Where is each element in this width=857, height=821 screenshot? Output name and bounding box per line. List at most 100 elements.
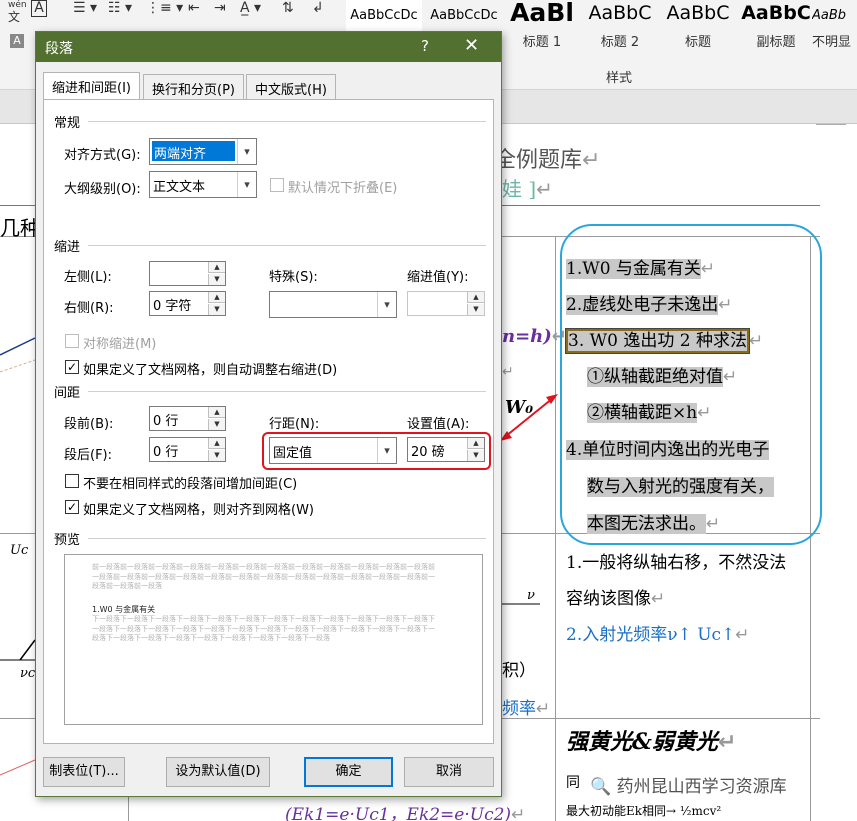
alignment-select[interactable]: 两端对齐 ▾	[149, 138, 257, 165]
style-name: 标题 1	[522, 35, 562, 50]
indent-left-label: 左侧(L):	[64, 270, 112, 285]
formula-bottom-text: (Ek1=e·Uc1，Ek2=e·Uc2)	[285, 805, 512, 821]
preview-next-paragraph: 下一段落下一段落下一段落下一段落下一段落下一段落下一段落下一段落下一段落下一段落…	[92, 615, 435, 642]
increase-indent-icon[interactable]: ⇥	[214, 0, 226, 16]
paragraph-mark: ↵	[717, 730, 737, 755]
alignment-label: 对齐方式(G):	[64, 148, 141, 163]
ok-button[interactable]: 确定	[304, 757, 393, 787]
doc-heading: 全例题库↵	[494, 142, 600, 174]
no-space-same-style-checkbox[interactable]	[65, 474, 79, 488]
spin-up-icon[interactable]: ▲	[208, 292, 225, 303]
preview-prev-paragraph: 前一段落前一段落前一段落前一段落前一段落前一段落前一段落前一段落前一段落前一段落…	[92, 563, 435, 590]
style-sample: AaBbC	[666, 2, 730, 24]
dialog-title: 段落	[45, 41, 73, 57]
outline-level-select[interactable]: 正文文本 ▾	[149, 171, 257, 198]
indent-left-spinner[interactable]: ▲ ▼	[149, 261, 226, 286]
spin-up-icon[interactable]: ▲	[208, 438, 225, 449]
style-name: 不明显	[812, 35, 852, 50]
space-before-value: 0 行	[153, 414, 179, 429]
text-effects-icon[interactable]: A̲ ▾	[240, 0, 261, 16]
paragraph-mark: ↵	[651, 589, 666, 609]
style-sample: AaBl	[510, 0, 574, 27]
show-marks-icon[interactable]: ↲	[312, 0, 324, 16]
section-general: 常规	[54, 116, 81, 131]
style-heading-2[interactable]: AaBbC 标题 2	[582, 0, 658, 58]
spin-down-icon[interactable]: ▼	[208, 419, 225, 430]
collapse-label: 默认情况下折叠(E)	[288, 181, 398, 196]
page-corner-mark	[816, 124, 846, 125]
set-default-button[interactable]: 设为默认值(D)	[166, 757, 270, 787]
cell2-line: 容纳该图像↵	[566, 584, 665, 609]
style-sample: AaBbCcDc	[430, 8, 498, 23]
style-name: 副标题	[756, 35, 796, 50]
sort-icon[interactable]: ⇅	[282, 0, 294, 16]
spinner-buttons: ▲ ▼	[208, 292, 225, 315]
collapse-checkbox[interactable]	[270, 178, 284, 192]
style-heading-1[interactable]: AaBl 标题 1	[504, 0, 580, 58]
tab-indents-spacing[interactable]: 缩进和间距(I)	[43, 72, 140, 100]
special-indent-label: 特殊(S):	[269, 270, 318, 285]
section-divider	[88, 538, 486, 539]
help-button[interactable]: ?	[421, 37, 429, 55]
style-subtle-emphasis[interactable]: AaBb 不明显	[812, 0, 857, 58]
bullets-icon[interactable]: ☰ ▾	[73, 0, 97, 16]
cell3-title: 强黄光&弱黄光↵	[566, 724, 736, 756]
spin-up-icon[interactable]: ▲	[467, 292, 484, 303]
cell3-line: 最大初动能Ek相同→ ½mcv²	[566, 804, 722, 818]
section-preview: 预览	[54, 533, 81, 548]
doc-subheading-text: 娃 ]	[502, 177, 537, 201]
cancel-button[interactable]: 取消	[404, 757, 494, 787]
axis-v-label: ν	[527, 588, 535, 603]
section-divider	[88, 121, 486, 122]
table-border	[555, 236, 556, 821]
section-spacing: 间距	[54, 386, 81, 401]
style-name: 标题 2	[600, 35, 640, 50]
cell2-line: 2.入射光频率ν↑ Uc↑↵	[566, 620, 750, 645]
line-spacing-label: 行距(N):	[269, 417, 320, 432]
space-before-spinner[interactable]: 0 行 ▲ ▼	[149, 406, 226, 431]
indent-right-spinner[interactable]: 0 字符 ▲ ▼	[149, 291, 226, 316]
auto-adjust-checkbox[interactable]: ✓	[65, 360, 79, 374]
char-border-icon[interactable]: A	[31, 0, 47, 17]
paragraph-mark: ↵	[735, 625, 750, 645]
cell2-text: 1.一般将纵轴右移，不然没法	[566, 553, 787, 573]
mirror-indent-label: 对称缩进(M)	[83, 337, 157, 352]
spin-down-icon[interactable]: ▼	[467, 304, 484, 315]
space-after-spinner[interactable]: 0 行 ▲ ▼	[149, 437, 226, 462]
style-subtitle[interactable]: AaBbC 副标题	[738, 0, 814, 58]
space-before-label: 段前(B):	[64, 417, 114, 432]
tab-line-page-breaks[interactable]: 换行和分页(P)	[143, 74, 244, 100]
chevron-down-icon: ▾	[377, 292, 396, 317]
mirror-indent-checkbox[interactable]	[65, 334, 79, 348]
multilevel-list-icon[interactable]: ⋮≡ ▾	[146, 0, 183, 16]
special-indent-select[interactable]: ▾	[269, 291, 397, 318]
formula-text: n=h)	[502, 326, 552, 347]
spin-down-icon[interactable]: ▼	[208, 450, 225, 461]
snap-to-grid-checkbox[interactable]: ✓	[65, 500, 79, 514]
close-button[interactable]: ✕	[464, 35, 479, 56]
spinner-buttons: ▲ ▼	[208, 407, 225, 430]
indent-right-value: 0 字符	[153, 299, 192, 314]
styles-group-label: 样式	[606, 71, 633, 86]
spinner-buttons: ▲ ▼	[208, 262, 225, 285]
doc-fragment-pinlv-text: 频率	[502, 699, 536, 719]
style-title[interactable]: AaBbC 标题	[660, 0, 736, 58]
decrease-indent-icon[interactable]: ⇤	[188, 0, 200, 16]
indent-by-spinner[interactable]: ▲ ▼	[407, 291, 485, 316]
dialog-titlebar[interactable]: 段落 ? ✕	[36, 32, 501, 62]
style-sample: AaBb	[812, 8, 847, 23]
spin-down-icon[interactable]: ▼	[208, 304, 225, 315]
spin-down-icon[interactable]: ▼	[208, 274, 225, 285]
chevron-down-icon: ▾	[237, 139, 256, 164]
spacing-at-label: 设置值(A):	[407, 417, 470, 432]
numbering-icon[interactable]: ☷ ▾	[108, 0, 132, 16]
formula-fragment: n=h)↵	[502, 326, 567, 347]
section-divider	[88, 391, 486, 392]
spin-up-icon[interactable]: ▲	[208, 262, 225, 273]
preview-box: 前一段落前一段落前一段落前一段落前一段落前一段落前一段落前一段落前一段落前一段落…	[64, 554, 483, 725]
style-sample: AaBbC	[588, 2, 652, 24]
shading-icon[interactable]: A	[10, 34, 24, 48]
tab-asian-typography[interactable]: 中文版式(H)	[246, 74, 336, 100]
spin-up-icon[interactable]: ▲	[208, 407, 225, 418]
tabs-button[interactable]: 制表位(T)...	[43, 757, 125, 787]
